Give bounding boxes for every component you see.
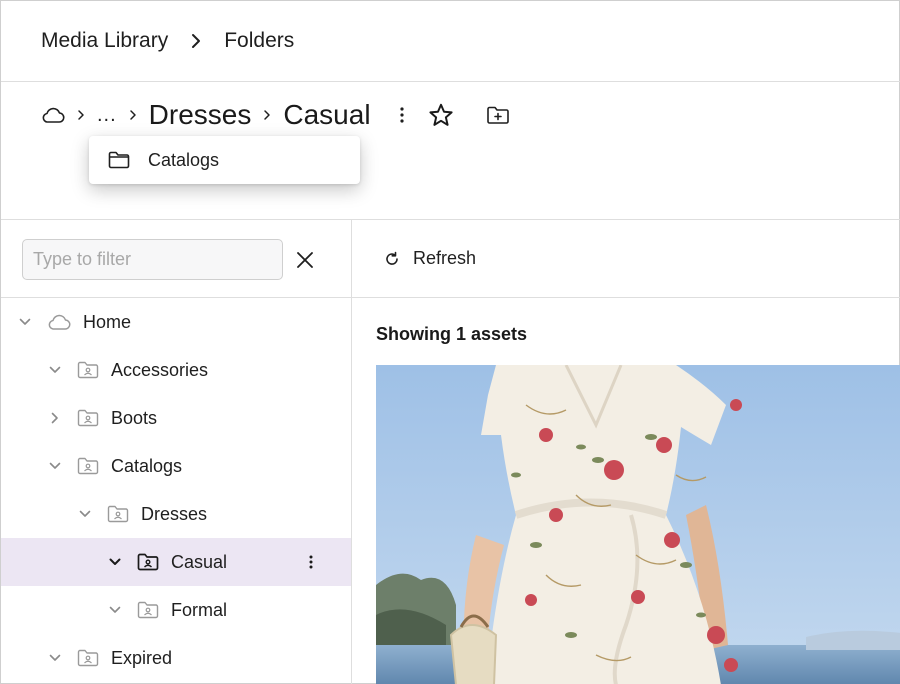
star-icon[interactable] [427, 101, 455, 129]
tree-node-boots[interactable]: Boots [1, 394, 351, 442]
more-vertical-icon[interactable] [301, 552, 321, 572]
chevron-right-icon[interactable] [47, 410, 63, 426]
chevron-down-icon[interactable] [17, 314, 33, 330]
tree-node-home[interactable]: Home [1, 298, 351, 346]
new-folder-icon[interactable] [485, 102, 511, 128]
folder-icon [77, 457, 99, 475]
tree-node-label: Casual [171, 551, 228, 572]
chevron-down-icon[interactable] [47, 362, 63, 378]
app-frame: Media Library Folders ... Dresses Casual [0, 0, 900, 684]
asset-thumbnail[interactable] [376, 365, 900, 684]
tree-node-label: Formal [171, 599, 228, 620]
chevron-right-icon [129, 109, 137, 121]
folder-icon [77, 409, 99, 427]
tree-node-formal[interactable]: Formal [1, 586, 351, 634]
chevron-right-icon [190, 33, 202, 49]
close-icon[interactable] [293, 248, 317, 272]
tree-node-label: Accessories [111, 359, 209, 380]
tree-node-catalogs[interactable]: Catalogs [1, 442, 351, 490]
folder-icon [108, 151, 130, 169]
path-segment-dresses[interactable]: Dresses [149, 99, 252, 131]
tree-node-dresses[interactable]: Dresses [1, 490, 351, 538]
folder-icon [107, 505, 129, 523]
folder-icon [77, 649, 99, 667]
chevron-down-icon[interactable] [107, 554, 123, 570]
chevron-right-icon [263, 109, 271, 121]
refresh-button[interactable]: Refresh [384, 248, 476, 269]
tree-node-label: Dresses [141, 503, 208, 524]
asset-count: Showing 1 assets [376, 324, 528, 344]
asset-panel: Refresh Showing 1 assets [352, 220, 900, 684]
chevron-down-icon[interactable] [107, 602, 123, 618]
path-segment-casual: Casual [283, 99, 371, 130]
folder-icon [137, 553, 159, 571]
breadcrumb-folders[interactable]: Folders [224, 29, 294, 53]
chevron-down-icon[interactable] [47, 650, 63, 666]
cloud-icon [47, 313, 71, 331]
refresh-icon [384, 251, 400, 267]
dropdown-item-label: Catalogs [148, 149, 220, 170]
asset-toolbar: Refresh [352, 220, 900, 298]
more-vertical-icon[interactable] [393, 103, 411, 127]
tree-node-accessories[interactable]: Accessories [1, 346, 351, 394]
chevron-right-icon [77, 109, 85, 121]
folder-icon [137, 601, 159, 619]
path-breadcrumb: ... Dresses Casual [41, 98, 511, 132]
chevron-down-icon[interactable] [77, 506, 93, 522]
floral-dress-photo [376, 365, 900, 684]
tree-node-label: Expired [111, 647, 173, 668]
tree-node-expired[interactable]: Expired [1, 634, 351, 682]
filter-row [1, 220, 351, 298]
tree-node-casual[interactable]: Casual [1, 538, 351, 586]
cloud-icon[interactable] [41, 106, 65, 124]
tree-node-label: Home [83, 311, 132, 332]
tree-node-label: Boots [111, 407, 158, 428]
path-ellipsis-button[interactable]: ... [97, 104, 117, 127]
chevron-down-icon[interactable] [47, 458, 63, 474]
refresh-label: Refresh [413, 248, 477, 268]
top-breadcrumb: Media Library Folders [1, 1, 900, 82]
folder-icon [77, 361, 99, 379]
folder-sidebar: Home Accessories Boots [1, 220, 352, 684]
breadcrumb-media-library[interactable]: Media Library [41, 29, 168, 53]
tree-node-label: Catalogs [111, 455, 183, 476]
folder-tree: Home Accessories Boots Catalogs Dresses … [1, 298, 351, 682]
path-dropdown-item-catalogs[interactable]: Catalogs [89, 136, 360, 184]
path-actions [393, 101, 511, 129]
filter-input[interactable] [22, 239, 283, 280]
